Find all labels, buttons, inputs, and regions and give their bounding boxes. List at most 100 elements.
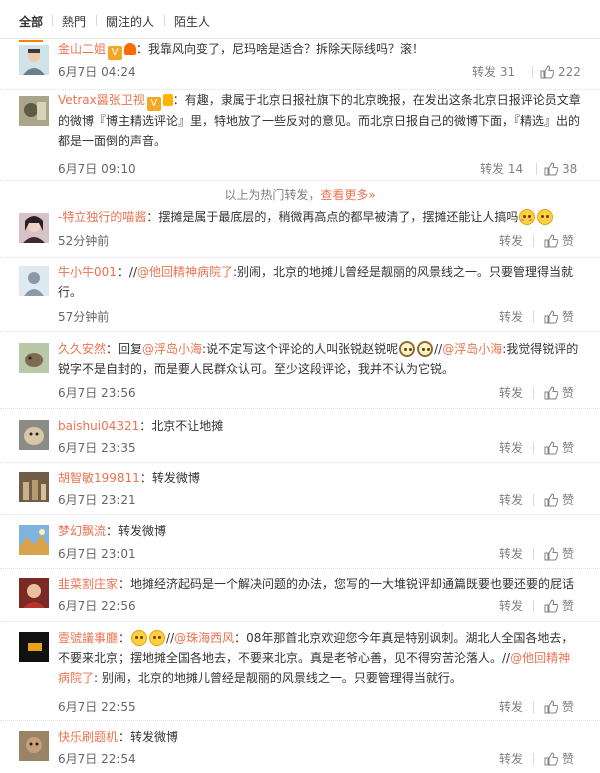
comment-item: Vetrax醤张卫视 V ：有趣，隶属于北京日报社旗下的北京晚报，在发出这条北京日报… bbox=[0, 90, 600, 181]
tab-following[interactable]: 關注的人 bbox=[106, 13, 154, 30]
comment-body: ： bbox=[118, 631, 131, 645]
avatar[interactable] bbox=[19, 266, 49, 296]
emoji-icon bbox=[149, 630, 166, 646]
like-button[interactable]: 38 bbox=[544, 160, 577, 178]
comment-item: 韭菜割庄家：地摊经济起码是一个解决问题的办法，您写的一大堆锐评却通篇既要也要还要… bbox=[0, 569, 600, 622]
comment-time: 6月7日 23:01 bbox=[58, 547, 136, 561]
forward-button[interactable]: 转发 bbox=[499, 439, 523, 457]
comment-body: // bbox=[434, 342, 443, 356]
avatar[interactable] bbox=[19, 45, 49, 75]
tab-strangers[interactable]: 陌生人 bbox=[174, 13, 210, 30]
comment-username[interactable]: 梦幻飘流 bbox=[58, 524, 106, 538]
avatar[interactable] bbox=[19, 731, 49, 761]
comment-item: 胡智敏199811：转发微博 6月7日 23:21 转发 赞 bbox=[0, 463, 600, 515]
action-divider bbox=[533, 548, 534, 560]
forward-button[interactable]: 转发 bbox=[499, 384, 523, 402]
like-button[interactable]: 赞 bbox=[544, 232, 574, 250]
comment-meta: 6月7日 23:35 转发 赞 bbox=[58, 439, 582, 457]
mention-link[interactable]: @珠海西风 bbox=[174, 631, 234, 645]
thumbs-up-icon bbox=[544, 310, 558, 324]
comment-username[interactable]: -特立独行的喵酱 bbox=[58, 210, 146, 224]
forward-button[interactable]: 转发 14 bbox=[480, 160, 523, 178]
comment-body: ：转发微博 bbox=[139, 471, 200, 485]
forward-button[interactable]: 转发 bbox=[499, 750, 523, 768]
avatar[interactable] bbox=[19, 578, 49, 608]
comment-username[interactable]: 胡智敏199811 bbox=[58, 471, 140, 485]
forward-button[interactable]: 转发 bbox=[499, 545, 523, 563]
like-button[interactable]: 赞 bbox=[544, 384, 574, 402]
avatar[interactable] bbox=[19, 632, 49, 662]
avatar[interactable] bbox=[19, 96, 49, 126]
comment-meta: 6月7日 22:54 转发 赞 bbox=[58, 750, 582, 768]
tab-hot[interactable]: 熱門 bbox=[62, 13, 86, 30]
comment-username[interactable]: 韭菜割庄家 bbox=[58, 577, 118, 591]
action-divider bbox=[533, 494, 534, 506]
avatar[interactable] bbox=[19, 525, 49, 555]
comment-body: ：回复 bbox=[106, 342, 143, 356]
comment-time: 6月7日 09:10 bbox=[58, 162, 136, 176]
emoji-icon bbox=[417, 341, 434, 357]
like-label: 赞 bbox=[562, 700, 575, 714]
avatar[interactable] bbox=[19, 472, 49, 502]
tab-divider bbox=[164, 15, 165, 26]
comment-meta: 6月7日 22:56 转发 赞 bbox=[58, 597, 582, 615]
comment-time: 6月7日 22:54 bbox=[58, 752, 136, 766]
comment-meta: 6月7日 09:10 转发 14 38 bbox=[58, 160, 582, 178]
like-label: 赞 bbox=[562, 234, 575, 248]
like-button[interactable]: 赞 bbox=[544, 597, 574, 615]
action-divider bbox=[533, 600, 534, 612]
comment-username[interactable]: 壹號議事廳 bbox=[58, 631, 118, 645]
comment-body: ：// bbox=[116, 265, 137, 279]
forward-button[interactable]: 转发 bbox=[499, 232, 523, 250]
comment-username[interactable]: baishui04321 bbox=[58, 419, 139, 433]
comment-time: 57分钟前 bbox=[58, 310, 110, 324]
filter-tabs: 全部 熱門 關注的人 陌生人 bbox=[0, 0, 600, 42]
like-button[interactable]: 赞 bbox=[544, 308, 574, 326]
comment-text: 胡智敏199811：转发微博 bbox=[58, 468, 582, 488]
like-button[interactable]: 赞 bbox=[544, 698, 574, 716]
comment-username[interactable]: 牛小牛001 bbox=[58, 265, 117, 279]
comment-item: -特立独行的喵酱：摆摊是属于最底层的，稍微再高点的都早被清了，摆摊还能让人搞吗 … bbox=[0, 207, 600, 258]
like-label: 赞 bbox=[562, 547, 575, 561]
comment-username[interactable]: Vetrax醤张卫视 bbox=[58, 93, 145, 107]
comment-text: 梦幻飘流：转发微博 bbox=[58, 521, 582, 541]
see-more-link[interactable]: 查看更多» bbox=[320, 188, 375, 202]
tab-all[interactable]: 全部 bbox=[19, 13, 44, 42]
forward-button[interactable]: 转发 bbox=[499, 698, 523, 716]
thumbs-up-icon bbox=[544, 441, 558, 455]
mention-link[interactable]: @他回精神病院了 bbox=[137, 265, 233, 279]
like-button[interactable]: 赞 bbox=[544, 545, 574, 563]
action-divider bbox=[533, 235, 534, 247]
comment-body: : 别闹，北京的地摊儿曾经是靓丽的风景线之一。只要管理得当就行。 bbox=[94, 671, 462, 685]
comment-username[interactable]: 金山二姐 bbox=[58, 42, 106, 56]
comment-text: 久久安然：回复@浮岛小海:说不定写这个评论的人叫张锐赵锐呢//@浮岛小海:我觉得… bbox=[58, 339, 582, 379]
comment-meta: 6月7日 23:01 转发 赞 bbox=[58, 545, 582, 563]
like-button[interactable]: 赞 bbox=[544, 750, 574, 768]
hot-forwards-divider: 以上为热门转发，查看更多» bbox=[0, 185, 600, 205]
like-button[interactable]: 赞 bbox=[544, 491, 574, 509]
avatar[interactable] bbox=[19, 343, 49, 373]
forward-button[interactable]: 转发 bbox=[499, 597, 523, 615]
forward-button[interactable]: 转发 31 bbox=[472, 63, 515, 81]
comment-time: 6月7日 23:35 bbox=[58, 441, 136, 455]
comment-username[interactable]: 久久安然 bbox=[58, 342, 106, 356]
comment-body: ：转发微博 bbox=[106, 524, 167, 538]
mention-link[interactable]: @浮岛小海 bbox=[442, 342, 502, 356]
comment-time: 52分钟前 bbox=[58, 234, 110, 248]
avatar[interactable] bbox=[19, 213, 49, 243]
forward-button[interactable]: 转发 bbox=[499, 491, 523, 509]
like-label: 赞 bbox=[562, 599, 575, 613]
comment-body: ：北京不让地摊 bbox=[139, 419, 224, 433]
forward-button[interactable]: 转发 bbox=[499, 308, 523, 326]
like-label: 赞 bbox=[562, 441, 575, 455]
like-button[interactable]: 赞 bbox=[544, 439, 574, 457]
comment-meta: 6月7日 22:55 转发 赞 bbox=[58, 698, 582, 716]
comment-meta: 6月7日 04:24 转发 31 222 bbox=[58, 63, 582, 81]
action-divider bbox=[536, 163, 537, 175]
avatar[interactable] bbox=[19, 420, 49, 450]
comment-username[interactable]: 快乐刷题机 bbox=[58, 730, 118, 744]
tab-divider bbox=[96, 15, 97, 26]
mention-link[interactable]: @浮岛小海 bbox=[142, 342, 202, 356]
like-button[interactable]: 222 bbox=[540, 63, 581, 81]
comment-meta: 57分钟前 转发 赞 bbox=[58, 308, 582, 326]
